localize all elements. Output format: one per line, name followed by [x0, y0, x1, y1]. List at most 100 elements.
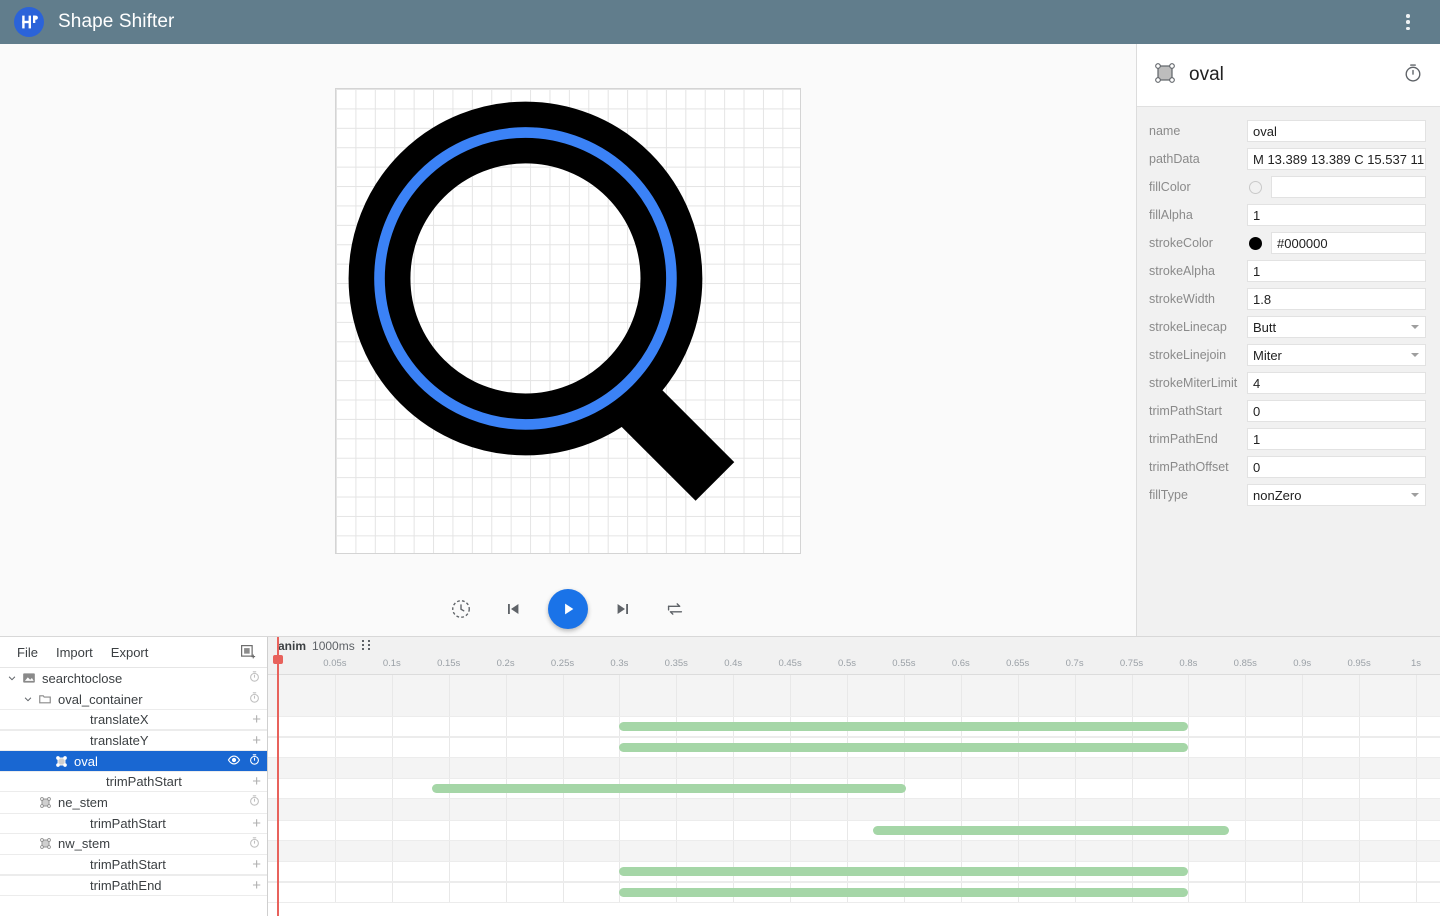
add-keyframe-icon[interactable]: +	[252, 857, 261, 872]
add-layer-icon[interactable]	[237, 641, 259, 663]
property-value-trimPathEnd[interactable]: 1	[1247, 428, 1426, 450]
ruler-tick-label: 0.85s	[1234, 658, 1257, 669]
timeline-row[interactable]	[268, 758, 1440, 779]
menu-export[interactable]: Export	[102, 637, 158, 668]
chevron-down-icon[interactable]	[4, 673, 20, 683]
timeline-gridline	[506, 799, 507, 820]
menu-file[interactable]: File	[8, 637, 47, 668]
color-swatch-fillColor[interactable]	[1249, 181, 1262, 194]
artboard-canvas[interactable]	[335, 88, 801, 554]
chevron-down-icon	[1411, 325, 1419, 329]
property-value-pathData[interactable]: M 13.389 13.389 C 15.537 11.2	[1247, 148, 1426, 170]
add-keyframe-icon[interactable]: +	[252, 878, 261, 893]
stopwatch-icon[interactable]	[248, 753, 261, 769]
timeline-gridline	[1188, 717, 1189, 736]
stopwatch-icon[interactable]	[248, 836, 261, 852]
tree-property-translateY[interactable]: translateY+	[0, 730, 267, 751]
tree-item-label: searchtoclose	[42, 671, 248, 686]
property-value-trimPathStart[interactable]: 0	[1247, 400, 1426, 422]
timeline-row[interactable]	[268, 861, 1440, 882]
tree-property-trimPathStart[interactable]: trimPathStart+	[0, 771, 267, 792]
animation-block[interactable]	[619, 867, 1188, 876]
reset-icon[interactable]	[444, 592, 478, 626]
stopwatch-icon[interactable]	[248, 670, 261, 686]
animation-block[interactable]	[619, 743, 1188, 752]
ruler-tick-label: 0.4s	[724, 658, 742, 669]
timeline-row[interactable]	[268, 737, 1440, 758]
stopwatch-icon[interactable]	[248, 794, 261, 810]
tree-property-trimPathStart[interactable]: trimPathStart+	[0, 854, 267, 875]
tree-property-translateX[interactable]: translateX+	[0, 709, 267, 730]
stopwatch-icon[interactable]	[248, 691, 261, 707]
path-shape-icon	[1153, 61, 1177, 90]
color-swatch-strokeColor[interactable]	[1249, 237, 1262, 250]
property-value-strokeWidth[interactable]: 1.8	[1247, 288, 1426, 310]
tree-property-trimPathEnd[interactable]: trimPathEnd+	[0, 875, 267, 896]
property-value-strokeLinecap[interactable]: Butt	[1247, 316, 1426, 338]
loop-icon[interactable]	[658, 592, 692, 626]
timeline-gridline	[847, 696, 848, 717]
properties-header: oval	[1137, 44, 1440, 107]
more-vert-icon[interactable]	[1398, 12, 1418, 32]
timeline-row[interactable]	[268, 778, 1440, 799]
property-label: name	[1149, 124, 1247, 138]
timeline-gridline	[392, 758, 393, 779]
add-keyframe-icon[interactable]: +	[252, 733, 261, 748]
shape-shifter-logo-icon[interactable]	[14, 7, 44, 37]
timeline-row[interactable]	[268, 820, 1440, 841]
menu-import[interactable]: Import	[47, 637, 102, 668]
timeline-gridline	[676, 675, 677, 696]
timeline-gridline	[619, 696, 620, 717]
skip-next-icon[interactable]	[606, 592, 640, 626]
animation-block[interactable]	[432, 784, 907, 793]
add-keyframe-icon[interactable]: +	[252, 712, 261, 727]
property-value-fillColor[interactable]	[1271, 176, 1426, 198]
property-row-strokeColor: strokeColor#000000	[1137, 229, 1440, 257]
timeline-gridline	[619, 758, 620, 779]
drag-handle-icon[interactable]	[362, 640, 372, 651]
chevron-down-icon[interactable]	[20, 694, 36, 704]
timeline-row[interactable]	[268, 841, 1440, 862]
tree-property-trimPathStart[interactable]: trimPathStart+	[0, 813, 267, 834]
property-value-strokeColor[interactable]: #000000	[1271, 232, 1426, 254]
property-row-strokeWidth: strokeWidth1.8	[1137, 285, 1440, 313]
timeline-gridline	[1245, 821, 1246, 840]
animation-block[interactable]	[619, 722, 1188, 731]
play-button[interactable]	[548, 589, 588, 629]
tree-layer-oval_container[interactable]: oval_container	[0, 689, 267, 710]
property-label: strokeMiterLimit	[1149, 376, 1247, 390]
visibility-icon[interactable]	[227, 753, 241, 770]
property-value-fillType[interactable]: nonZero	[1247, 484, 1426, 506]
animation-name[interactable]: anim	[278, 639, 306, 653]
timeline-row[interactable]	[268, 882, 1440, 903]
tree-layer-oval[interactable]: oval	[0, 751, 267, 772]
tree-layer-searchtoclose[interactable]: searchtoclose	[0, 668, 267, 689]
timeline-gridline	[563, 799, 564, 820]
timeline-row[interactable]	[268, 696, 1440, 717]
add-keyframe-icon[interactable]: +	[252, 774, 261, 789]
property-value-name[interactable]: oval	[1247, 120, 1426, 142]
timeline-gridline	[563, 841, 564, 862]
playhead-handle[interactable]	[273, 655, 283, 664]
skip-previous-icon[interactable]	[496, 592, 530, 626]
tree-layer-nw_stem[interactable]: nw_stem	[0, 834, 267, 855]
timeline-ruler[interactable]: 0.05s0.1s0.15s0.2s0.25s0.3s0.35s0.4s0.45…	[268, 655, 1440, 675]
animation-block[interactable]	[873, 826, 1229, 835]
tree-layer-ne_stem[interactable]: ne_stem	[0, 792, 267, 813]
property-value-trimPathOffset[interactable]: 0	[1247, 456, 1426, 478]
property-value-strokeMiterLimit[interactable]: 4	[1247, 372, 1426, 394]
property-value-fillAlpha[interactable]: 1	[1247, 204, 1426, 226]
animation-duration[interactable]: 1000ms	[312, 639, 355, 653]
timeline-gridline	[1075, 779, 1076, 798]
add-keyframe-icon[interactable]: +	[252, 816, 261, 831]
stopwatch-icon[interactable]	[1402, 62, 1424, 89]
property-value-strokeAlpha[interactable]: 1	[1247, 260, 1426, 282]
timeline-row[interactable]	[268, 799, 1440, 820]
property-value-strokeLinejoin[interactable]: Miter	[1247, 344, 1426, 366]
timeline-row[interactable]	[268, 675, 1440, 696]
timeline-row[interactable]	[268, 716, 1440, 737]
animation-block[interactable]	[619, 888, 1188, 897]
timeline-playhead[interactable]	[277, 637, 279, 916]
ruler-tick-label: 0.35s	[665, 658, 688, 669]
ruler-tick-label: 0.7s	[1066, 658, 1084, 669]
